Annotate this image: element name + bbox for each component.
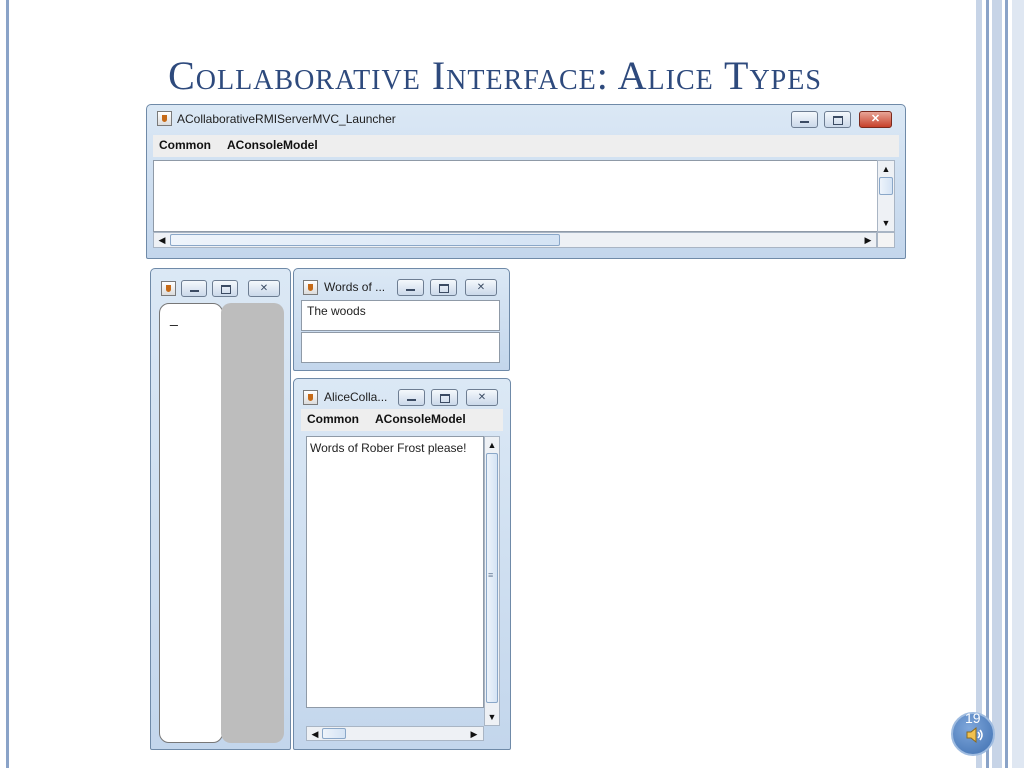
left-border-stripe [6,0,9,768]
small-window-titlebar[interactable] [151,269,290,297]
right-border-line-1 [986,0,989,768]
scroll-up-icon[interactable]: ▲ [879,162,893,176]
alice-horizontal-scrollbar[interactable]: ◀ ▶ [306,726,484,741]
launcher-menubar: Common AConsoleModel [153,135,899,157]
minimize-icon[interactable] [181,280,207,297]
launcher-titlebar[interactable]: ACollaborativeRMIServerMVC_Launcher [147,105,905,131]
speaker-icon [966,726,983,744]
words-window-title: Words of ... [324,280,386,294]
launcher-vertical-scrollbar[interactable]: ▲ ▼ [877,160,895,232]
words-output-field: The woods [301,300,500,331]
hscroll-thumb[interactable] [170,234,560,246]
scroll-down-icon[interactable]: ▼ [485,710,499,724]
scroll-thumb-grip: ≡ [488,570,494,580]
minimize-icon[interactable] [791,111,818,128]
minimize-icon[interactable] [398,389,425,406]
page-number: 19 [965,710,981,726]
launcher-console-area[interactable] [153,160,883,232]
close-icon[interactable] [466,389,498,406]
alice-window[interactable]: AliceColla... Common AConsoleModel Words… [293,378,511,750]
words-output-text: The woods [307,304,366,318]
hscroll-thumb[interactable] [322,728,346,739]
menu-aconsolemodel[interactable]: AConsoleModel [227,138,318,152]
small-window[interactable]: _ [150,268,291,750]
alice-console-area[interactable]: Words of Rober Frost please! [306,436,484,708]
right-border-band-3 [1012,0,1024,768]
small-window-gray-panel [221,303,284,743]
maximize-icon[interactable] [212,280,238,297]
menu-common[interactable]: Common [307,412,359,426]
text-cursor: _ [170,310,178,326]
scroll-right-icon[interactable]: ▶ [467,727,481,741]
menu-aconsolemodel[interactable]: AConsoleModel [375,412,466,426]
scroll-left-icon[interactable]: ◀ [308,727,322,741]
scroll-corner [877,232,895,248]
scroll-down-icon[interactable]: ▼ [879,216,893,230]
maximize-icon[interactable] [824,111,851,128]
scroll-thumb[interactable] [879,177,893,195]
close-icon[interactable] [248,280,280,297]
minimize-icon[interactable] [397,279,424,296]
words-window-titlebar[interactable]: Words of ... [294,269,509,296]
words-input-field[interactable] [301,332,500,363]
launcher-title: ACollaborativeRMIServerMVC_Launcher [177,112,396,126]
launcher-window[interactable]: ACollaborativeRMIServerMVC_Launcher Comm… [146,104,906,259]
close-icon[interactable] [465,279,497,296]
small-window-text-panel[interactable]: _ [159,303,223,743]
maximize-icon[interactable] [430,279,457,296]
scroll-left-icon[interactable]: ◀ [155,233,169,247]
alice-window-title: AliceColla... [324,390,388,404]
alice-window-titlebar[interactable]: AliceColla... [294,379,510,406]
scroll-up-icon[interactable]: ▲ [485,438,499,452]
java-app-icon [157,111,172,126]
java-app-icon [161,281,176,296]
menu-common[interactable]: Common [159,138,211,152]
maximize-icon[interactable] [431,389,458,406]
java-app-icon [303,280,318,295]
alice-vertical-scrollbar[interactable]: ▲ ≡ ▼ [484,436,500,726]
close-icon[interactable] [859,111,892,128]
scroll-right-icon[interactable]: ▶ [861,233,875,247]
launcher-horizontal-scrollbar[interactable]: ◀ ▶ [153,232,877,248]
right-border-band [976,0,982,768]
alice-menubar: Common AConsoleModel [301,409,503,431]
slide-title: Collaborative Interface: Alice Types [168,53,822,98]
words-window[interactable]: Words of ... The woods [293,268,510,371]
alice-console-text: Words of Rober Frost please! [310,441,467,455]
right-border-line-2 [1005,0,1008,768]
java-app-icon [303,390,318,405]
right-border-band-2 [992,0,1002,768]
